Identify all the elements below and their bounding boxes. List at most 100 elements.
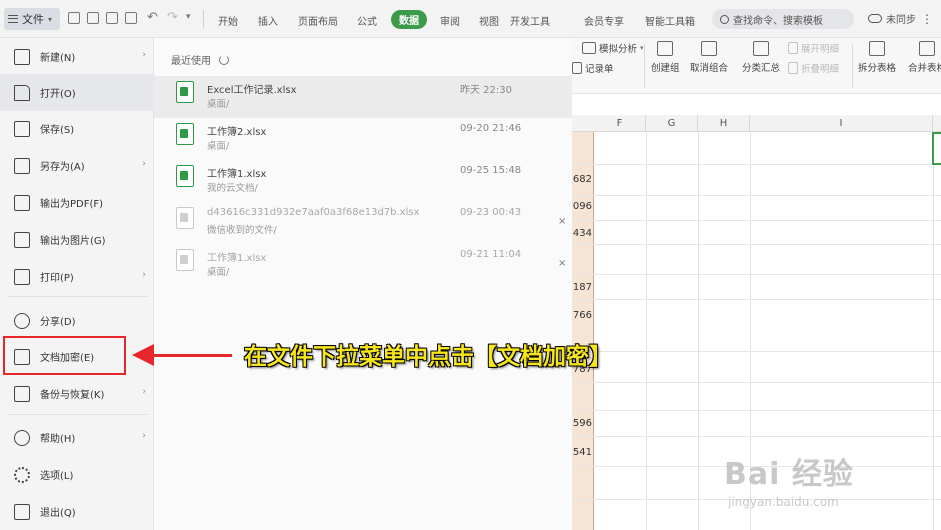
chevron-right-icon: › [142,50,146,60]
menu-item-save-as[interactable]: 另存为(A) › [0,147,154,184]
command-search-input[interactable]: 查找命令、搜索模板 [712,9,854,29]
search-icon [720,14,729,24]
tab-data[interactable]: 数据 [391,10,427,29]
baidu-jingyan-watermark: Bai 经验 jingyan.baidu.com [724,449,854,509]
merge-table-label: 合并表格 [908,63,941,74]
redo-icon[interactable]: ↷ [167,10,178,25]
cell-value[interactable]: 682 [572,174,594,185]
record-sheet-button[interactable]: 记录单 [572,61,614,75]
watermark-logo: Bai 经验 [724,449,854,493]
menu-item-export-image[interactable]: 输出为图片(G) [0,221,154,258]
file-menu-button[interactable]: 文件 ▾ [4,8,60,30]
remove-recent-icon[interactable]: × [558,258,566,269]
grid-line [572,351,941,352]
grid-line [572,274,941,275]
undo-icon[interactable]: ↶ [147,10,158,25]
cell-value[interactable]: 096 [572,201,594,212]
recent-file-item[interactable]: 工作簿1.xlsx 桌面/ 09-21 11:04 × [154,244,572,286]
cell-value[interactable]: 434 [572,228,594,239]
menu-item-export-pdf[interactable]: 输出为PDF(F) [0,184,154,221]
menu-item-backup-restore[interactable]: 备份与恢复(K) › [0,375,154,412]
print-icon[interactable] [106,12,118,24]
remove-recent-icon[interactable]: × [558,216,566,227]
collapse-detail-button[interactable]: 折叠明细 [788,61,839,75]
recent-file-path: 我的云文档/ [207,183,258,194]
quick-access-more-icon[interactable]: ▾ [186,12,191,22]
menu-icon [8,15,18,23]
recent-files-title: 最近使用 [171,56,211,67]
print-preview-icon[interactable] [125,12,137,24]
menu-item-print[interactable]: 打印(P) › [0,258,154,295]
menu-item-label: 退出(Q) [40,508,76,519]
menu-divider [8,414,148,415]
cloud-sync-status[interactable]: 未同步 [868,11,916,26]
ungroup-button[interactable]: 取消组合 [690,41,728,74]
split-table-button[interactable]: 拆分表格 [858,41,896,74]
tab-insert[interactable]: 插入 [258,13,278,28]
tab-page-layout[interactable]: 页面布局 [298,13,338,28]
menu-item-label: 保存(S) [40,125,75,136]
menu-item-label: 分享(D) [40,317,76,328]
cell-value[interactable]: 187 [572,282,594,293]
watermark-brand: Bai 经验 [724,457,854,492]
grid-line [646,132,647,530]
column-header-row: F G H I [572,115,941,132]
export-icon[interactable] [87,12,99,24]
menu-item-save[interactable]: 保存(S) [0,110,154,147]
menu-item-share[interactable]: 分享(D) [0,302,154,339]
column-header-i[interactable]: I [750,115,933,132]
recent-file-path: 微信收到的文件/ [207,225,277,236]
recent-file-item[interactable]: d43616c331d932e7aaf0a3f68e13d7b.xlsx 微信收… [154,202,572,244]
tab-developer[interactable]: 开发工具 [510,13,550,28]
chevron-down-icon: ▾ [640,44,644,52]
recent-file-item[interactable]: 工作簿1.xlsx 我的云文档/ 09-25 15:48 [154,160,572,202]
tab-view[interactable]: 视图 [479,13,499,28]
what-if-analysis-button[interactable]: 模拟分析 ▾ [582,41,644,55]
subtotal-button[interactable]: 分类汇总 [742,41,780,74]
tab-formulas[interactable]: 公式 [357,13,377,28]
image-icon [14,231,30,248]
save-icon[interactable] [68,12,80,24]
recent-file-item[interactable]: 工作簿2.xlsx 桌面/ 09-20 21:46 [154,118,572,160]
selected-cell[interactable] [932,132,941,165]
missing-file-icon [176,207,194,229]
tab-review[interactable]: 审阅 [440,13,460,28]
column-header-f[interactable]: F [594,115,646,132]
save-as-icon [14,157,30,174]
expand-detail-button[interactable]: 展开明细 [788,41,839,55]
menu-item-label: 帮助(H) [40,434,76,445]
ungroup-label: 取消组合 [690,63,729,74]
save-icon [14,120,30,137]
grid-line [572,410,941,411]
recent-file-path: 桌面/ [207,141,230,152]
annotation-arrow-line [150,354,232,357]
expand-detail-label: 展开明细 [801,44,840,55]
menu-item-options[interactable]: 选项(L) [0,456,154,493]
menu-item-exit[interactable]: 退出(Q) [0,493,154,530]
file-dropdown-menu: 新建(N) › 打开(O) 保存(S) 另存为(A) › 输出为PDF(F) 输… [0,38,154,530]
tab-smart-toolbox[interactable]: 智能工具箱 [645,13,695,28]
column-header-h[interactable]: H [698,115,750,132]
menu-item-help[interactable]: 帮助(H) › [0,419,154,456]
more-options-icon[interactable]: ⋮ [921,12,933,26]
chevron-right-icon: › [142,387,146,397]
column-header-g[interactable]: G [646,115,698,132]
create-group-button[interactable]: 创建组 [651,41,680,74]
menu-item-open[interactable]: 打开(O) [0,74,154,111]
menu-item-label: 备份与恢复(K) [40,390,105,401]
merge-table-button[interactable]: 合并表格 [908,41,941,74]
cell-value[interactable]: 596 [572,418,594,429]
refresh-icon[interactable] [219,54,229,65]
cell-value[interactable]: 541 [572,447,594,458]
tab-home[interactable]: 开始 [218,13,238,28]
tab-membership[interactable]: 会员专享 [584,13,624,28]
cell-value[interactable]: 766 [572,310,594,321]
file-menu-label: 文件 [22,13,44,26]
menu-item-new[interactable]: 新建(N) › [0,38,154,75]
folder-open-icon [14,84,30,101]
grid-line [572,220,941,221]
gear-icon [14,466,30,483]
recent-files-header: 最近使用 [171,52,229,67]
menu-item-label: 打印(P) [40,273,74,284]
recent-file-item[interactable]: Excel工作记录.xlsx 桌面/ 昨天 22:30 [154,76,572,118]
